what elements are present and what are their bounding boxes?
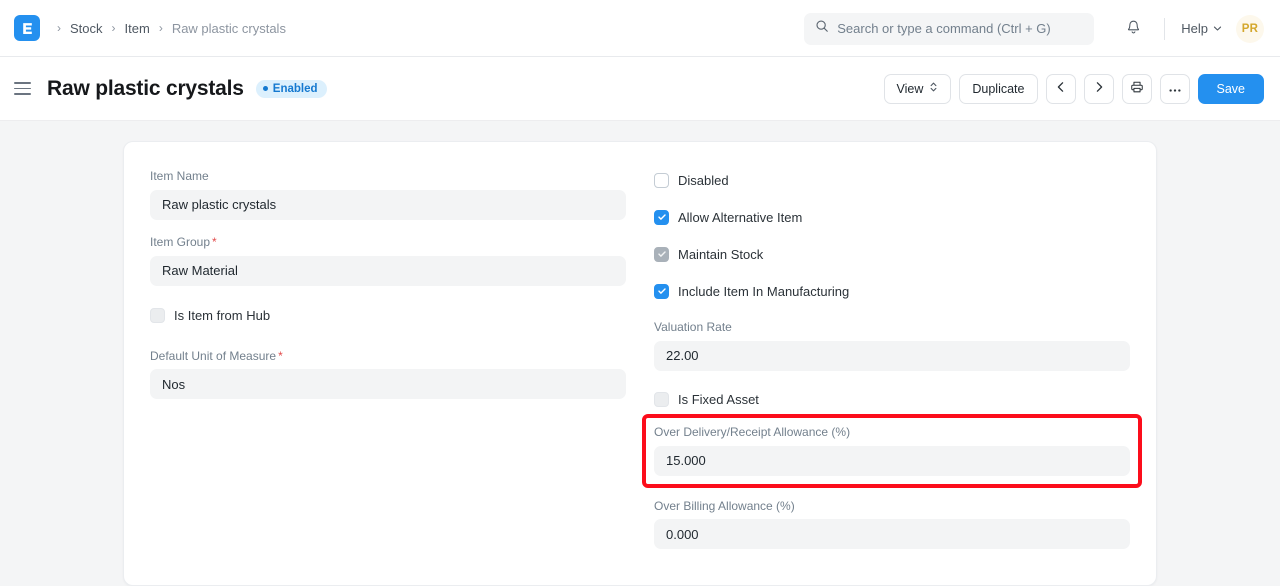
breadcrumb-item-stock[interactable]: Stock (70, 21, 103, 36)
field-disabled[interactable]: Disabled (654, 168, 1130, 192)
include-item-in-manufacturing-label: Include Item In Manufacturing (678, 285, 849, 298)
page-title: Raw plastic crystals (47, 77, 244, 101)
is-item-from-hub-checkbox (150, 308, 165, 323)
save-button[interactable]: Save (1198, 74, 1265, 104)
field-valuation-rate-label: Valuation Rate (654, 319, 1130, 336)
breadcrumb-item-current: Raw plastic crystals (172, 21, 286, 36)
breadcrumb-separator: › (152, 22, 170, 34)
include-item-in-manufacturing-checkbox (654, 284, 669, 299)
valuation-rate-input[interactable] (654, 341, 1130, 371)
disabled-checkbox (654, 173, 669, 188)
field-over-billing-allowance: Over Billing Allowance (%) (654, 498, 1130, 550)
view-button[interactable]: View (884, 74, 952, 104)
form-column-right: Disabled Allow Alternative Item Maintain… (654, 168, 1130, 559)
field-include-item-in-manufacturing[interactable]: Include Item In Manufacturing (654, 279, 1130, 303)
navbar-divider (1164, 18, 1165, 40)
ellipsis-icon (1168, 82, 1182, 96)
help-menu-button[interactable]: Help (1181, 21, 1222, 36)
duplicate-button[interactable]: Duplicate (959, 74, 1037, 104)
maintain-stock-checkbox (654, 247, 669, 262)
chevron-up-down-icon (929, 81, 938, 96)
required-asterisk: * (278, 349, 283, 363)
bell-icon (1125, 19, 1142, 39)
field-maintain-stock: Maintain Stock (654, 242, 1130, 266)
field-item-group-label-text: Item Group (150, 235, 210, 249)
chevron-left-icon (1055, 81, 1067, 96)
field-item-group-label: Item Group* (150, 234, 626, 251)
field-valuation-rate: Valuation Rate (654, 319, 1130, 371)
content-area: Item Name Item Group* Is Item from Hub D… (0, 121, 1280, 586)
field-over-delivery-receipt-allowance-label: Over Delivery/Receipt Allowance (%) (654, 424, 1130, 441)
is-fixed-asset-checkbox (654, 392, 669, 407)
next-record-button[interactable] (1084, 74, 1114, 104)
over-delivery-receipt-allowance-input[interactable] (654, 446, 1130, 476)
field-item-name-label: Item Name (150, 168, 626, 185)
top-navbar: › Stock › Item › Raw plastic crystals (0, 0, 1280, 57)
print-button[interactable] (1122, 74, 1152, 104)
status-badge: Enabled (256, 80, 327, 98)
allow-alternative-item-checkbox (654, 210, 669, 225)
help-label: Help (1181, 21, 1208, 36)
field-default-uom: Default Unit of Measure* (150, 348, 626, 400)
hamburger-line (14, 82, 31, 84)
more-options-button[interactable] (1160, 74, 1190, 104)
field-is-item-from-hub[interactable]: Is Item from Hub (150, 304, 626, 328)
item-form-card: Item Name Item Group* Is Item from Hub D… (123, 141, 1157, 586)
item-name-input[interactable] (150, 190, 626, 220)
notifications-button[interactable] (1118, 14, 1148, 44)
field-item-group: Item Group* (150, 234, 626, 286)
allow-alternative-item-label: Allow Alternative Item (678, 211, 802, 224)
maintain-stock-label: Maintain Stock (678, 248, 763, 261)
global-search[interactable] (804, 13, 1094, 45)
field-allow-alternative-item[interactable]: Allow Alternative Item (654, 205, 1130, 229)
chevron-down-icon (1213, 21, 1222, 36)
field-is-fixed-asset: Is Fixed Asset (654, 388, 1130, 412)
over-billing-allowance-input[interactable] (654, 519, 1130, 549)
breadcrumb: › Stock › Item › Raw plastic crystals (50, 21, 286, 36)
hamburger-line (14, 88, 31, 90)
previous-record-button[interactable] (1046, 74, 1076, 104)
status-dot-icon (263, 86, 268, 91)
search-icon (815, 19, 829, 38)
field-over-delivery-receipt-allowance: Over Delivery/Receipt Allowance (%) (654, 424, 1130, 476)
erpnext-logo-icon[interactable] (14, 15, 40, 41)
field-over-billing-allowance-label: Over Billing Allowance (%) (654, 498, 1130, 515)
form-column-left: Item Name Item Group* Is Item from Hub D… (150, 168, 626, 559)
highlight-box-over-delivery-receipt-allowance: Over Delivery/Receipt Allowance (%) (646, 418, 1138, 484)
status-badge-label: Enabled (273, 83, 318, 95)
default-uom-input[interactable] (150, 369, 626, 399)
breadcrumb-item-item[interactable]: Item (125, 21, 150, 36)
navbar-right-group: Help PR (804, 0, 1264, 57)
breadcrumb-separator: › (50, 22, 68, 34)
disabled-label: Disabled (678, 174, 729, 187)
page-actions: View Duplicate (884, 74, 1265, 104)
field-default-uom-label-text: Default Unit of Measure (150, 349, 276, 363)
search-input[interactable] (837, 21, 1083, 36)
field-default-uom-label: Default Unit of Measure* (150, 348, 626, 365)
required-asterisk: * (212, 235, 217, 249)
is-fixed-asset-label: Is Fixed Asset (678, 393, 759, 406)
chevron-right-icon (1093, 81, 1105, 96)
breadcrumb-separator: › (105, 22, 123, 34)
field-item-name: Item Name (150, 168, 626, 220)
view-button-label: View (897, 82, 924, 96)
printer-icon (1130, 80, 1144, 97)
page-header: Raw plastic crystals Enabled View Duplic… (0, 57, 1280, 121)
avatar[interactable]: PR (1236, 15, 1264, 43)
hamburger-line (14, 93, 31, 95)
item-group-input[interactable] (150, 256, 626, 286)
is-item-from-hub-label: Is Item from Hub (174, 309, 270, 322)
hamburger-icon[interactable] (14, 79, 34, 99)
